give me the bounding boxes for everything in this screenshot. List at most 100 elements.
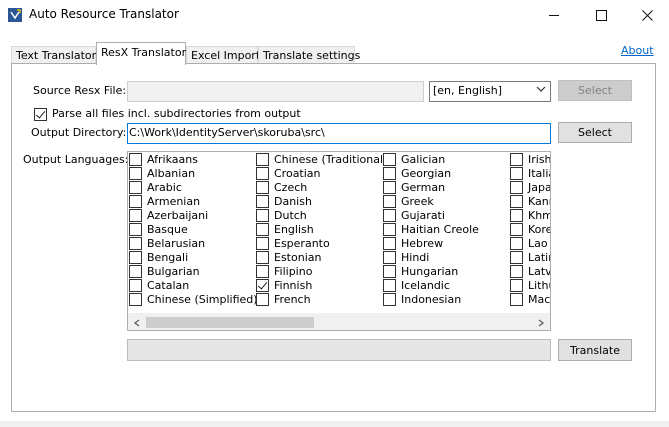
translate-button[interactable]: Translate bbox=[558, 339, 632, 361]
parse-subdirs-checkbox-row[interactable]: Parse all files incl. subdirectories fro… bbox=[34, 107, 301, 121]
source-select-button[interactable]: Select bbox=[558, 80, 632, 101]
minimize-button[interactable] bbox=[531, 0, 577, 30]
parse-subdirs-label: Parse all files incl. subdirectories fro… bbox=[52, 107, 301, 120]
output-directory-label: Output Directory: bbox=[31, 126, 127, 139]
language-checkbox[interactable] bbox=[256, 209, 269, 222]
language-checkbox[interactable] bbox=[510, 167, 523, 180]
language-checkbox[interactable] bbox=[510, 279, 523, 292]
language-checkbox[interactable] bbox=[256, 195, 269, 208]
language-checkbox[interactable] bbox=[129, 209, 142, 222]
language-label: Hungarian bbox=[401, 265, 459, 278]
language-checkbox[interactable] bbox=[256, 293, 269, 306]
language-label: Macedonian bbox=[528, 293, 551, 306]
language-label: Hebrew bbox=[401, 237, 444, 250]
language-checkbox[interactable] bbox=[383, 237, 396, 250]
language-label: Galician bbox=[401, 153, 446, 166]
language-checkbox[interactable] bbox=[129, 279, 142, 292]
language-label: Georgian bbox=[401, 167, 452, 180]
language-label: Chinese (Simplified) bbox=[147, 293, 258, 306]
language-checkbox[interactable] bbox=[383, 223, 396, 236]
close-button[interactable] bbox=[624, 0, 669, 30]
about-link[interactable]: About bbox=[621, 44, 654, 57]
language-checkbox[interactable] bbox=[129, 195, 142, 208]
scroll-thumb[interactable] bbox=[146, 317, 314, 328]
language-label: Azerbaijani bbox=[147, 209, 209, 222]
language-label: Korean bbox=[528, 223, 550, 236]
language-checkbox[interactable] bbox=[510, 237, 523, 250]
language-label: Irish bbox=[528, 153, 551, 166]
language-label: Hindi bbox=[401, 251, 430, 264]
chevron-down-icon bbox=[536, 84, 546, 97]
language-checkbox[interactable] bbox=[129, 237, 142, 250]
language-checkbox[interactable] bbox=[383, 209, 396, 222]
culture-select[interactable]: [en, English] bbox=[429, 81, 551, 102]
language-label: Latin bbox=[528, 251, 550, 264]
language-label: Icelandic bbox=[401, 279, 450, 292]
language-checkbox[interactable] bbox=[129, 293, 142, 306]
language-checkbox[interactable] bbox=[510, 251, 523, 264]
language-label: Croatian bbox=[274, 167, 321, 180]
language-label: Catalan bbox=[147, 279, 190, 292]
language-label: French bbox=[274, 293, 311, 306]
language-label: Bulgarian bbox=[147, 265, 200, 278]
language-checkbox[interactable] bbox=[256, 279, 269, 292]
tab-resx-translator[interactable]: ResX Translator bbox=[96, 42, 186, 65]
language-label: Afrikaans bbox=[147, 153, 198, 166]
language-label: Arabic bbox=[147, 181, 182, 194]
language-checkbox[interactable] bbox=[383, 195, 396, 208]
language-label: Chinese (Traditional) bbox=[274, 153, 388, 166]
language-checkbox[interactable] bbox=[256, 153, 269, 166]
language-label: Finnish bbox=[274, 279, 313, 292]
language-checkbox[interactable] bbox=[510, 223, 523, 236]
horizontal-scrollbar[interactable] bbox=[128, 313, 550, 330]
language-checkbox[interactable] bbox=[129, 251, 142, 264]
language-label: German bbox=[401, 181, 446, 194]
scroll-left-arrow-icon[interactable] bbox=[130, 316, 144, 329]
language-checkbox[interactable] bbox=[383, 181, 396, 194]
window-title: Auto Resource Translator bbox=[29, 7, 179, 21]
language-checkbox[interactable] bbox=[383, 279, 396, 292]
language-label: Czech bbox=[274, 181, 308, 194]
language-label: Kannada bbox=[528, 195, 550, 208]
tab-strip: Text Translator ResX Translator Excel Im… bbox=[0, 42, 669, 65]
language-checkbox[interactable] bbox=[383, 167, 396, 180]
language-checkbox[interactable] bbox=[510, 265, 523, 278]
language-label: Lithuanian bbox=[528, 279, 550, 292]
language-label: Haitian Creole bbox=[401, 223, 479, 236]
language-label: Japanese bbox=[528, 181, 551, 194]
language-checkbox[interactable] bbox=[256, 167, 269, 180]
parse-subdirs-checkbox[interactable] bbox=[34, 107, 47, 121]
language-checkbox[interactable] bbox=[510, 195, 523, 208]
output-languages-label: Output Languages: bbox=[23, 153, 129, 166]
language-label: Danish bbox=[274, 195, 312, 208]
maximize-button[interactable] bbox=[578, 0, 624, 30]
scroll-right-arrow-icon[interactable] bbox=[534, 316, 548, 329]
language-checkbox[interactable] bbox=[256, 251, 269, 264]
language-checkbox[interactable] bbox=[383, 251, 396, 264]
output-languages-list[interactable]: Afrikaans Albanian Arabic Armenian Azerbaija… bbox=[127, 151, 551, 331]
language-checkbox[interactable] bbox=[510, 153, 523, 166]
language-checkbox[interactable] bbox=[256, 265, 269, 278]
language-checkbox[interactable] bbox=[383, 153, 396, 166]
language-checkbox[interactable] bbox=[256, 237, 269, 250]
language-label: Gujarati bbox=[401, 209, 445, 222]
output-directory-input[interactable]: C:\Work\IdentityServer\skoruba\src\ bbox=[127, 123, 551, 144]
language-checkbox[interactable] bbox=[129, 167, 142, 180]
language-checkbox[interactable] bbox=[383, 293, 396, 306]
output-select-button[interactable]: Select bbox=[558, 122, 632, 143]
language-checkbox[interactable] bbox=[129, 181, 142, 194]
language-checkbox[interactable] bbox=[256, 223, 269, 236]
minimize-icon bbox=[548, 14, 559, 16]
language-checkbox[interactable] bbox=[383, 265, 396, 278]
language-checkbox[interactable] bbox=[129, 265, 142, 278]
language-checkbox[interactable] bbox=[510, 181, 523, 194]
culture-select-value: [en, English] bbox=[433, 84, 503, 97]
source-resx-label: Source Resx File: bbox=[33, 84, 127, 97]
language-label: Estonian bbox=[274, 251, 322, 264]
language-checkbox[interactable] bbox=[129, 153, 142, 166]
language-checkbox[interactable] bbox=[129, 223, 142, 236]
language-checkbox[interactable] bbox=[510, 209, 523, 222]
translation-progress-bar bbox=[127, 339, 551, 361]
language-checkbox[interactable] bbox=[510, 293, 523, 306]
language-checkbox[interactable] bbox=[256, 181, 269, 194]
